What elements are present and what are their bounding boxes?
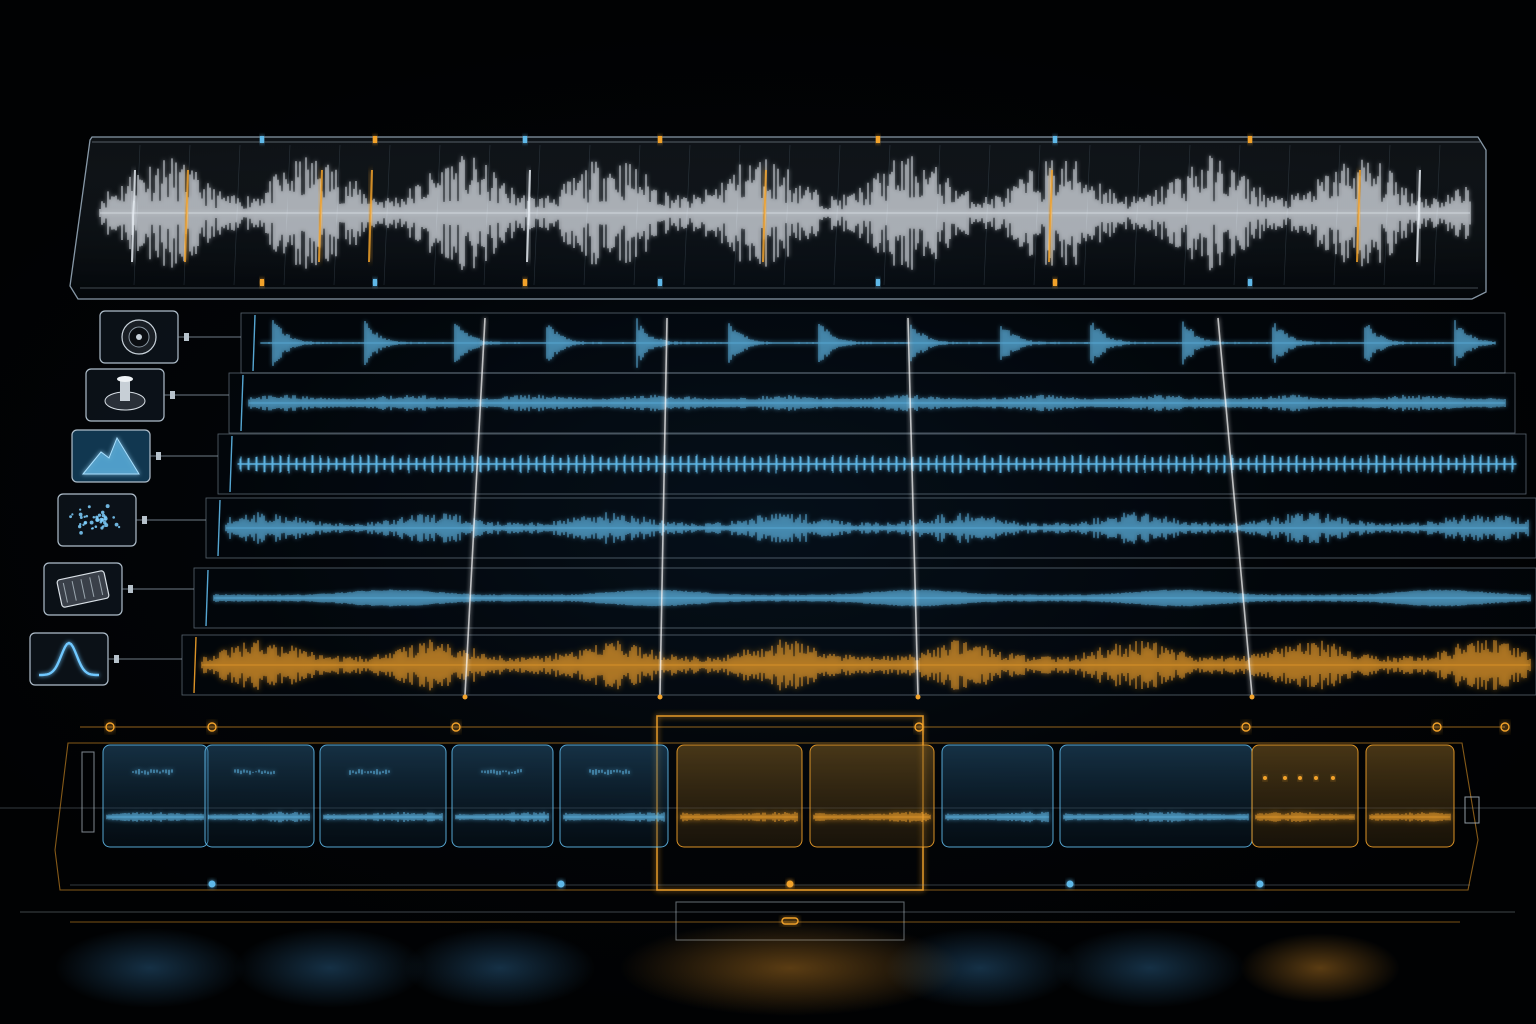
stem-track-6[interactable]	[29, 632, 1536, 696]
timeline-node[interactable]	[1066, 880, 1074, 888]
timeline-clip[interactable]	[204, 744, 315, 848]
timeline-node[interactable]	[208, 880, 216, 888]
editor-scene	[0, 136, 1536, 1016]
timeline-clip[interactable]	[1059, 744, 1253, 848]
metronome-icon[interactable]	[85, 368, 165, 422]
beat-marker-handle[interactable]	[1249, 694, 1255, 700]
beat-marker-handle[interactable]	[462, 694, 468, 700]
timeline-clip[interactable]	[1251, 744, 1359, 848]
beat-marker-handle[interactable]	[915, 694, 921, 700]
stem-track-5[interactable]	[43, 562, 1536, 629]
timeline-clip[interactable]	[809, 744, 935, 848]
audio-editor-canvas	[0, 0, 1536, 1024]
timeline-clip[interactable]	[941, 744, 1054, 848]
timeline-clip[interactable]	[559, 744, 669, 848]
floor-reflection	[55, 920, 1400, 1016]
timeline-clip[interactable]	[319, 744, 447, 848]
curve-icon[interactable]	[29, 632, 109, 686]
arrangement-timeline[interactable]	[0, 715, 1536, 941]
stem-track-1[interactable]	[99, 310, 1506, 374]
timeline-clip[interactable]	[676, 744, 803, 848]
stem-track-2[interactable]	[85, 368, 1516, 434]
timeline-left-handle[interactable]	[81, 751, 95, 833]
timeline-node[interactable]	[557, 880, 565, 888]
particles-icon[interactable]	[57, 493, 137, 547]
timeline-clip[interactable]	[1365, 744, 1455, 848]
timeline-clip[interactable]	[451, 744, 554, 848]
timeline-clip[interactable]	[102, 744, 209, 848]
speaker-icon[interactable]	[99, 310, 179, 364]
chip-icon[interactable]	[43, 562, 123, 616]
mountain-icon[interactable]	[71, 429, 151, 483]
stem-track-4[interactable]	[57, 493, 1536, 559]
master-track[interactable]	[69, 136, 1487, 300]
timeline-node[interactable]	[1256, 880, 1264, 888]
stem-track-3[interactable]	[71, 429, 1527, 495]
beat-marker-handle[interactable]	[657, 694, 663, 700]
timeline-node[interactable]	[786, 880, 794, 888]
